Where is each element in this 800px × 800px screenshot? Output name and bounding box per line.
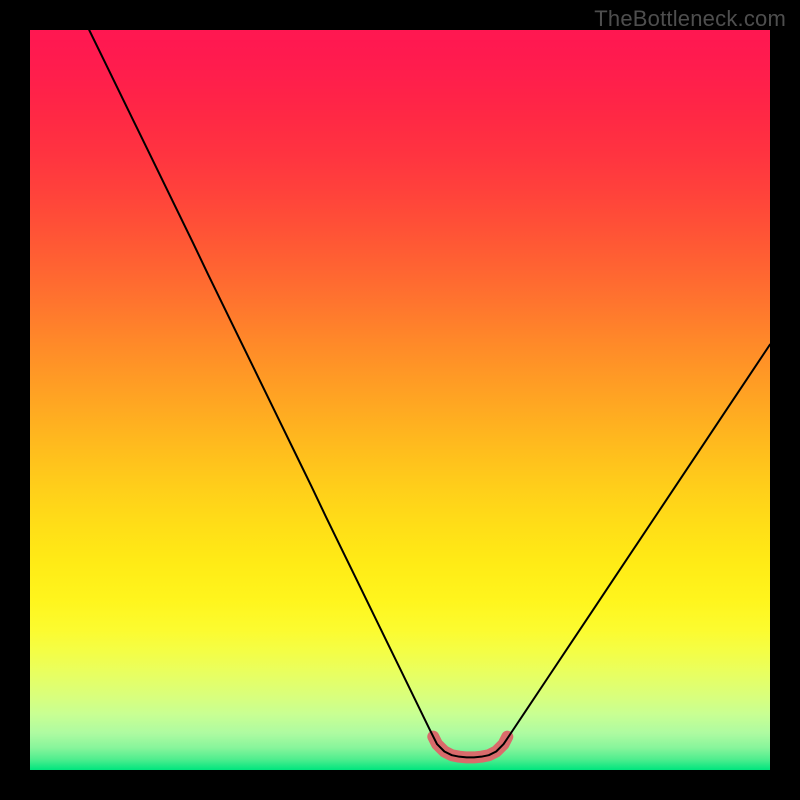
app-frame: TheBottleneck.com [0, 0, 800, 800]
plot-area [30, 30, 770, 770]
curve-layer [30, 30, 770, 770]
bottleneck-curve [89, 30, 770, 757]
watermark-text: TheBottleneck.com [594, 6, 786, 32]
optimal-range-highlight [433, 737, 507, 758]
